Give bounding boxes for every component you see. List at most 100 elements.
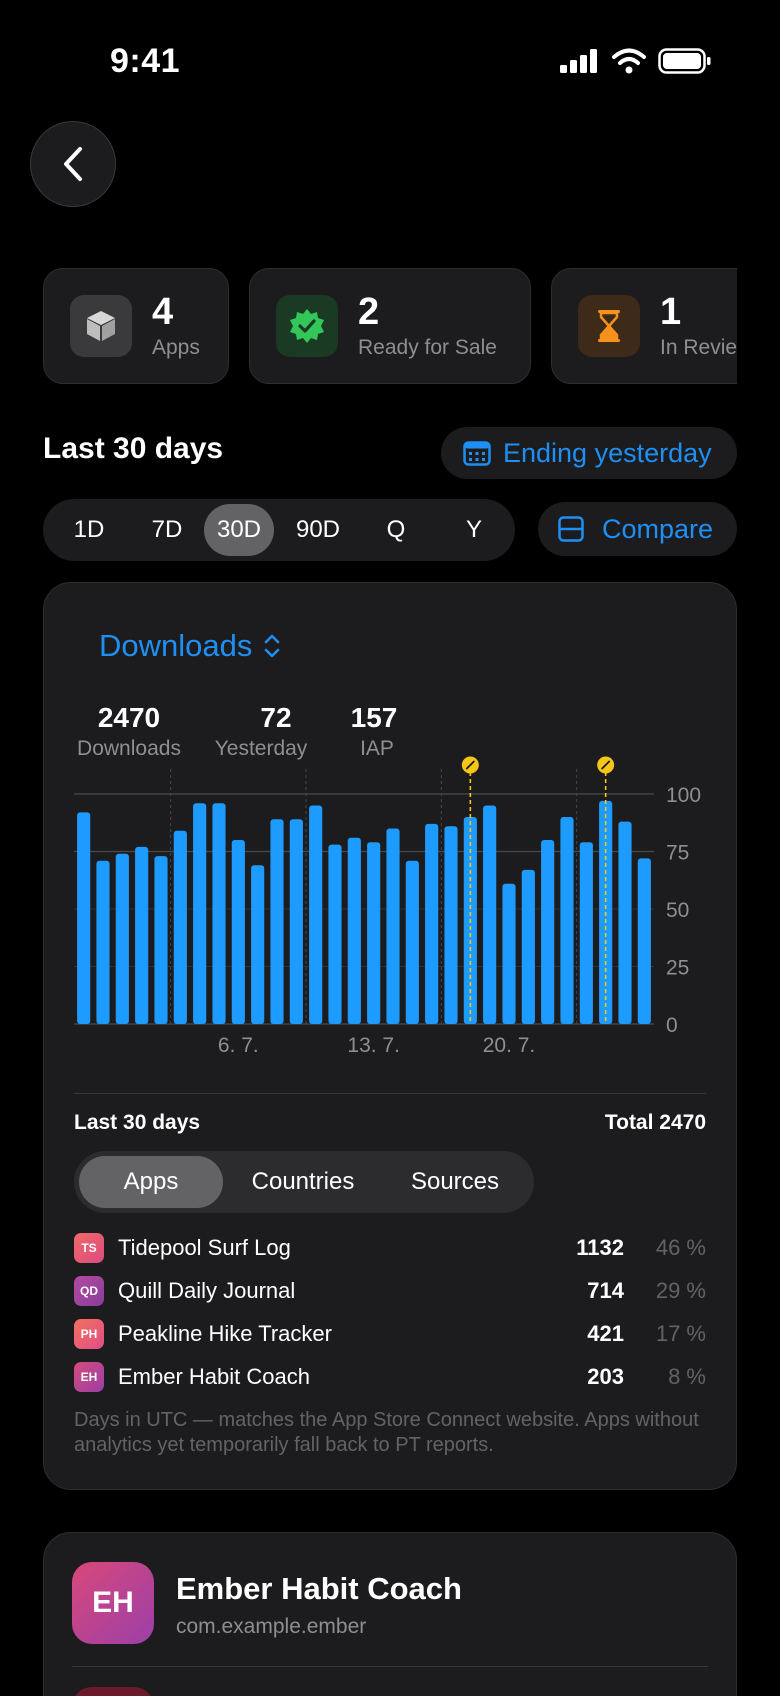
stat-card-ready-for-sale[interactable]: 2 Ready for Sale <box>249 268 531 384</box>
list-item[interactable]: TS Tidepool Surf Log 1132 46 % <box>74 1226 706 1269</box>
range-selector[interactable]: 1D 7D 30D 90D Q Y <box>43 499 515 561</box>
chart-bar <box>386 828 400 1024</box>
chart-bar <box>115 853 129 1024</box>
app-count: 203 <box>587 1363 624 1389</box>
app-name: Ember Habit Coach <box>118 1363 310 1389</box>
chart-bar <box>309 805 323 1024</box>
chart-bar <box>270 819 284 1024</box>
stat-card-apps[interactable]: 4 Apps <box>43 268 229 384</box>
x-tick-label: 20. 7. <box>483 1034 536 1057</box>
app-icon: EH <box>72 1562 154 1644</box>
summary-title: Last 30 days <box>74 1111 201 1134</box>
list-item[interactable]: QD Quill Daily Journal 714 29 % <box>74 1269 706 1312</box>
x-tick-label: 6. 7. <box>218 1034 259 1057</box>
chart-bar <box>347 837 361 1024</box>
stat-card-in-review[interactable]: 1 In Review <box>551 268 737 384</box>
stat-label: In Review <box>660 336 737 359</box>
chart-bar <box>618 821 632 1024</box>
kpi-value: 72 <box>260 702 292 733</box>
chart-bar <box>328 844 342 1024</box>
app-badge: PH <box>74 1318 104 1349</box>
tab-apps[interactable]: Apps <box>79 1156 223 1208</box>
kpi-value: 157 <box>350 702 398 733</box>
chart-bar <box>135 846 149 1024</box>
chart-bar <box>231 840 245 1024</box>
range-option-y[interactable]: Y <box>439 504 509 556</box>
app-percent: 17 % <box>655 1320 706 1346</box>
back-button[interactable] <box>30 121 116 207</box>
period-title: Last 30 days <box>43 432 224 465</box>
chart-bar <box>483 805 497 1024</box>
next-app-icon <box>72 1687 154 1696</box>
chart-bar <box>173 830 187 1024</box>
cube-icon <box>70 295 132 357</box>
app-name: Tidepool Surf Log <box>118 1234 291 1260</box>
chart-bar <box>560 817 574 1024</box>
list-item[interactable]: PH Peakline Hike Tracker 421 17 % <box>74 1312 706 1355</box>
chart-bar <box>637 858 651 1024</box>
chart-bar <box>77 812 91 1024</box>
battery-icon <box>658 48 711 74</box>
tab-countries[interactable]: Countries <box>226 1156 380 1208</box>
chevron-left-icon <box>64 147 82 181</box>
range-option-30d[interactable]: 30D <box>204 504 274 556</box>
stat-label: Apps <box>152 336 200 359</box>
y-tick-label: 50 <box>666 899 689 922</box>
app-card[interactable]: EH Ember Habit Coach com.example.ember <box>43 1532 737 1696</box>
breakdown-list: TS Tidepool Surf Log 1132 46 % QD Quill … <box>74 1226 706 1398</box>
cellular-signal-icon <box>560 49 597 73</box>
app-percent: 29 % <box>655 1277 706 1303</box>
chart-bar <box>251 865 265 1024</box>
compare-button[interactable]: Compare <box>538 502 737 556</box>
app-count: 421 <box>587 1320 624 1346</box>
divider <box>72 1666 708 1667</box>
metric-picker[interactable]: Downloads <box>99 628 282 664</box>
range-option-1d[interactable]: 1D <box>54 504 124 556</box>
tab-sources[interactable]: Sources <box>380 1156 530 1208</box>
status-icons <box>560 48 712 74</box>
stat-label: Ready for Sale <box>358 336 497 359</box>
metric-label: Downloads <box>99 628 253 663</box>
app-badge: EH <box>74 1361 104 1392</box>
app-name: Quill Daily Journal <box>118 1277 296 1303</box>
status-bar: 9:41 <box>0 0 780 120</box>
stat-value: 2 <box>358 291 380 333</box>
split-view-icon <box>558 516 584 542</box>
stat-value: 1 <box>660 291 682 333</box>
compare-label: Compare <box>602 513 714 544</box>
app-badge: TS <box>74 1232 104 1263</box>
chart-bar <box>96 860 110 1024</box>
app-name: Peakline Hike Tracker <box>118 1320 332 1346</box>
breakdown-tabs[interactable]: Apps Countries Sources <box>74 1151 534 1213</box>
kpi-value: 2470 <box>97 702 161 733</box>
downloads-card: Downloads 2470 Downloads 72 Yesterday 15… <box>43 582 737 1490</box>
chevron-up-down-icon <box>265 634 280 658</box>
list-item[interactable]: EH Ember Habit Coach 203 8 % <box>74 1355 706 1398</box>
chart-bar <box>425 823 439 1024</box>
chart-bar <box>405 860 419 1024</box>
hourglass-icon <box>578 295 640 357</box>
app-percent: 46 % <box>655 1234 706 1260</box>
chart-bar <box>521 869 535 1024</box>
ending-date-button[interactable]: Ending yesterday <box>441 427 737 479</box>
stat-value: 4 <box>152 291 174 333</box>
calendar-icon <box>463 441 491 466</box>
summary-total: Total 2470 <box>604 1111 706 1134</box>
y-tick-label: 0 <box>666 1014 678 1037</box>
range-option-90d[interactable]: 90D <box>283 504 353 556</box>
app-bundle-id: com.example.ember <box>176 1615 367 1638</box>
ending-date-label: Ending yesterday <box>503 437 712 468</box>
range-option-7d[interactable]: 7D <box>132 504 202 556</box>
y-tick-label: 25 <box>666 957 689 980</box>
verified-badge-icon <box>276 295 338 357</box>
stats-carousel[interactable]: 4 Apps 2 Ready for Sale 1 In Revie <box>43 268 737 384</box>
downloads-bar-chart: 0 25 50 75 100 6. 7. 13. 7. 20. 7. <box>74 756 701 1057</box>
y-tick-label: 100 <box>666 784 701 807</box>
app-badge: QD <box>74 1275 104 1306</box>
chart-bar <box>367 842 381 1024</box>
app-count: 714 <box>587 1277 624 1303</box>
range-option-q[interactable]: Q <box>361 504 431 556</box>
chart-bar <box>193 803 207 1024</box>
chart-bar <box>541 840 555 1024</box>
chart-bar <box>579 842 593 1024</box>
